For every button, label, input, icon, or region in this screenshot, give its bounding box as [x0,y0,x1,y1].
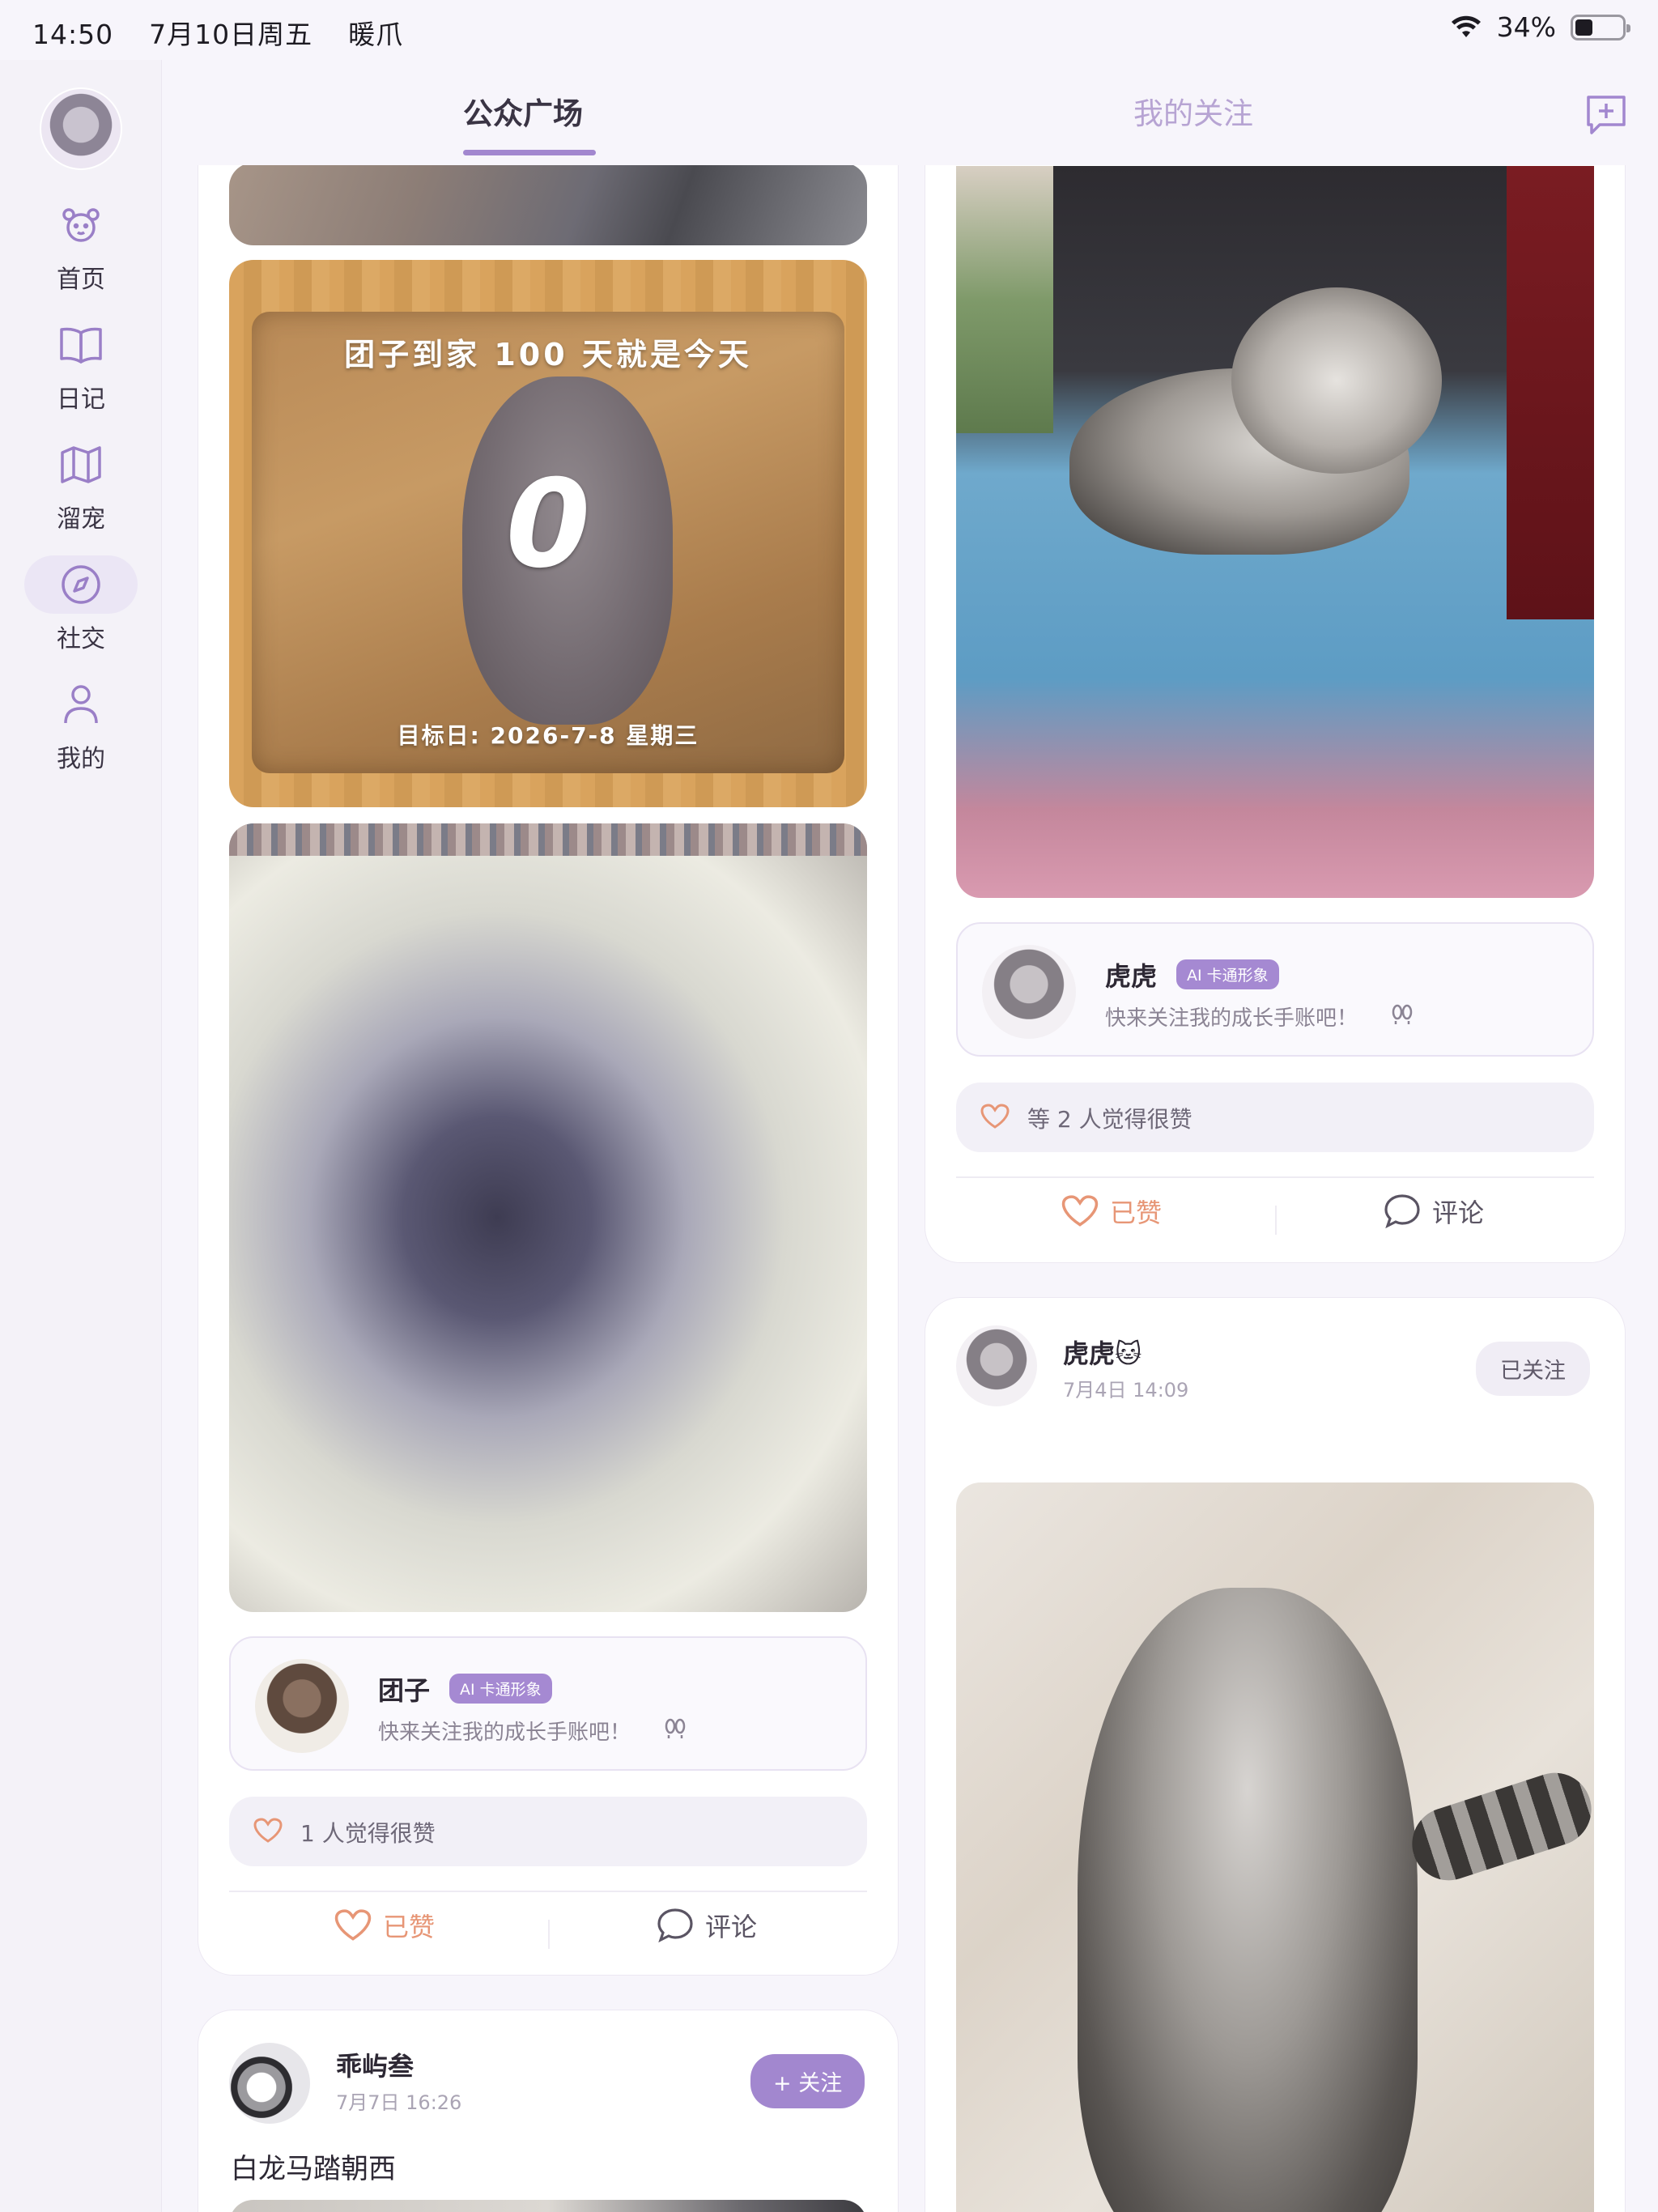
tab-my-following[interactable]: 我的关注 [1133,89,1253,133]
user-name-guaiyusan[interactable]: 乖屿叁 [336,2046,414,2083]
heart-icon [1061,1195,1099,1227]
tabby-cat-tail [1402,1763,1594,1891]
sidebar-label-home: 首页 [57,266,105,294]
pet-name-tuanzi: 团子 [378,1675,431,1706]
pet-profile-box-huhu[interactable]: 虎虎 AI 卡通形象 快来关注我的成长手账吧！ [956,922,1594,1057]
comment-button[interactable]: 评论 [657,1907,757,1944]
paw-icon [665,1718,686,1738]
comment-label: 评论 [705,1912,758,1942]
heart-outline-icon [980,1104,1010,1129]
ai-badge: AI 卡通形象 [1176,959,1279,989]
sidebar-label-mine: 我的 [57,745,105,773]
top-tab-bar: 公众广场 我的关注 [162,60,1658,165]
user-avatar-guaiyusan[interactable] [229,2043,310,2124]
post-text: 白龙马踏朝西 [231,2153,396,2185]
plant-background [956,166,1053,433]
post-photo-partial[interactable] [229,163,867,245]
post-actions: 已赞 评论 [229,1891,867,1976]
heart-icon [334,1909,372,1941]
dog-face-icon [62,208,100,242]
person-icon [64,685,98,724]
status-bar: 14:50 7月10日周五 暖爪 34% [0,0,1658,60]
pet-name-huhu: 虎虎 [1105,961,1158,992]
status-left: 14:50 7月10日周五 暖爪 [32,13,439,52]
sidebar-item-walk[interactable]: 溜宠 [24,436,138,534]
post-photo-partial-bottom[interactable] [229,2200,867,2212]
post-time: 7月4日 14:09 [1063,1379,1189,1402]
user-avatar-huhu[interactable] [956,1325,1037,1406]
sidebar-label-diary: 日记 [57,385,105,414]
post-card-tuanzi: 团子到家 100 天就是今天 0 目标日: 2026-7-8 星期三 团子 AI… [198,117,899,1976]
message-plus-icon[interactable] [1584,92,1629,138]
status-right: 34% [1450,11,1630,43]
post-time: 7月7日 16:26 [336,2091,462,2114]
countdown-card[interactable]: 团子到家 100 天就是今天 0 目标日: 2026-7-8 星期三 [229,260,867,807]
follow-button[interactable]: + 关注 [750,2054,865,2108]
liked-label: 已赞 [383,1912,436,1942]
tabby-cat-body [1078,1588,1418,2212]
map-icon [61,446,101,483]
likes-summary[interactable]: 1 人觉得很赞 [229,1797,867,1866]
sidebar-item-home[interactable]: 首页 [24,196,138,295]
paw-icon [1392,1004,1413,1024]
comment-icon [1384,1194,1420,1229]
liked-button[interactable]: 已赞 [1061,1193,1162,1230]
pet-avatar-huhu [982,945,1076,1039]
likes-summary[interactable]: 等 2 人觉得很赞 [956,1083,1594,1152]
post-card-huhu: 虎虎 AI 卡通形象 快来关注我的成长手账吧！ 等 2 人觉得很赞 已赞 评论 [925,117,1626,1263]
book-icon [60,327,102,364]
sidebar-label-social: 社交 [57,625,105,653]
pet-profile-subtitle: 快来关注我的成长手账吧！ [1105,1006,1358,1031]
sidebar-item-diary[interactable]: 日记 [24,316,138,415]
post-card-guaiyusan: 乖屿叁 7月7日 16:26 + 关注 白龙马踏朝西 [198,2010,899,2212]
post-photo-kitten-mat[interactable] [956,166,1594,898]
sidebar: 首页 日记 溜宠 社交 我的 [0,60,162,2212]
post-photo-tabby-cat[interactable] [956,1482,1594,2212]
compass-icon [62,565,100,604]
followed-button[interactable]: 已关注 [1476,1342,1590,1396]
action-divider [1275,1206,1277,1235]
countdown-title: 团子到家 100 天就是今天 [344,337,752,372]
ai-badge: AI 卡通形象 [449,1674,552,1704]
tab-public-square[interactable]: 公众广场 [463,89,583,133]
post-actions: 已赞 评论 [956,1176,1594,1262]
sidebar-item-social[interactable]: 社交 [24,555,138,654]
liked-label: 已赞 [1110,1197,1163,1228]
status-time: 14:50 [32,19,114,50]
liked-button[interactable]: 已赞 [334,1907,435,1944]
action-divider [548,1920,550,1949]
kitten-head [1231,287,1442,474]
battery-icon [1571,14,1630,40]
heart-outline-icon [253,1818,283,1843]
post-card-huhu-2: 虎虎🐱 7月4日 14:09 已关注 [925,1297,1626,2212]
pet-profile-subtitle: 快来关注我的成长手账吧！ [378,1721,631,1745]
pet-profile-box-tuanzi[interactable]: 团子 AI 卡通形象 快来关注我的成长手账吧！ [229,1636,867,1771]
red-furniture [1507,166,1594,619]
terrazzo-floor [229,823,867,856]
pet-avatar-tuanzi [255,1659,349,1753]
wifi-icon [1451,15,1481,37]
comment-label: 评论 [1432,1197,1485,1228]
user-name-huhu[interactable]: 虎虎🐱 [1063,1334,1141,1371]
sidebar-item-mine[interactable]: 我的 [24,675,138,774]
likes-text: 等 2 人觉得很赞 [1027,1106,1192,1133]
user-avatar[interactable] [40,87,122,170]
sidebar-label-walk: 溜宠 [57,505,105,534]
status-app-name: 暖爪 [348,19,404,50]
comment-button[interactable]: 评论 [1384,1193,1484,1230]
post-photo-bucket-cat[interactable] [229,823,867,1612]
countdown-days: 0 [505,454,591,595]
comment-icon [657,1908,693,1943]
battery-percent: 34% [1496,11,1556,43]
status-date: 7月10日周五 [149,19,313,50]
likes-text: 1 人觉得很赞 [300,1820,436,1847]
countdown-target-date: 目标日: 2026-7-8 星期三 [397,722,699,749]
active-tab-indicator [463,150,596,155]
